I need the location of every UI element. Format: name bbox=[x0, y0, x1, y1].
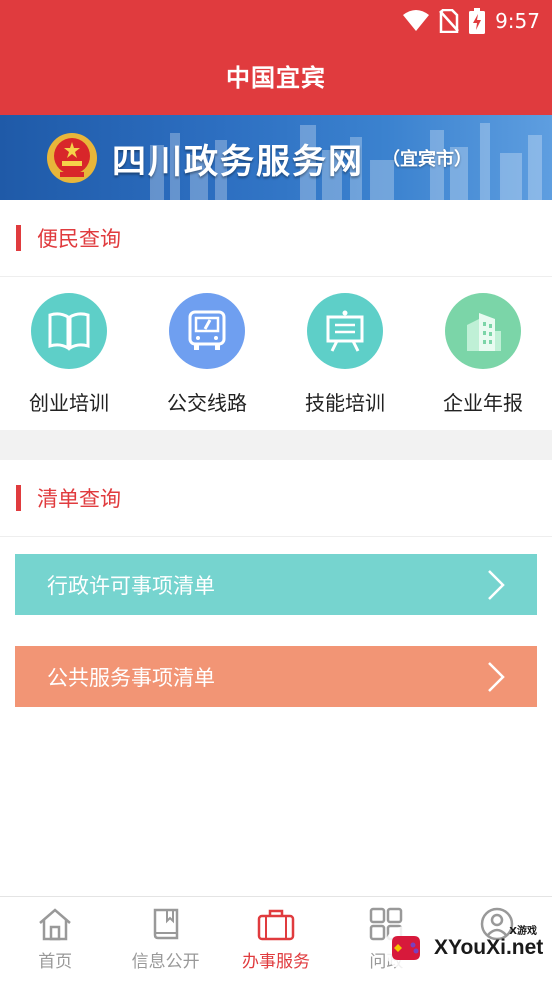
list-button-label: 公共服务事项清单 bbox=[47, 665, 215, 690]
grid-item-startup-training[interactable]: 创业培训 bbox=[0, 278, 138, 430]
convenience-grid: 创业培训 公交线路 技能培训 企业年报 bbox=[0, 278, 552, 430]
national-emblem-icon bbox=[47, 133, 97, 183]
list-button-label: 行政许可事项清单 bbox=[47, 573, 215, 598]
gamepad-logo-icon bbox=[384, 925, 428, 970]
grid-item-label: 公交线路 bbox=[167, 391, 247, 415]
book-icon bbox=[153, 908, 178, 940]
watermark-text: XYouXi.net bbox=[434, 935, 544, 959]
easel-icon bbox=[307, 293, 383, 369]
grid-item-label: 企业年报 bbox=[443, 391, 523, 415]
grid-item-bus-routes[interactable]: 公交线路 bbox=[138, 278, 276, 430]
no-sim-icon bbox=[439, 9, 460, 33]
section-divider bbox=[0, 430, 552, 460]
grid-item-label: 技能培训 bbox=[305, 391, 385, 415]
public-service-list-button[interactable]: 公共服务事项清单 bbox=[15, 646, 537, 707]
tab-label: 信息公开 bbox=[131, 952, 200, 972]
watermark-small-text: X游戏 bbox=[509, 926, 537, 937]
tab-home[interactable]: 首页 bbox=[0, 897, 110, 981]
wifi-icon bbox=[403, 10, 430, 31]
tab-services[interactable]: 办事服务 bbox=[221, 897, 331, 981]
page-title: 中国宜宾 bbox=[226, 64, 326, 92]
briefcase-icon bbox=[257, 909, 295, 941]
grid-item-skill-training[interactable]: 技能培训 bbox=[276, 278, 414, 430]
tab-label: 首页 bbox=[38, 952, 73, 972]
grid-item-annual-report[interactable]: 企业年报 bbox=[414, 278, 552, 430]
building-icon bbox=[445, 293, 521, 369]
status-time: 9:57 bbox=[495, 9, 540, 33]
battery-charging-icon bbox=[469, 8, 486, 34]
chevron-right-icon bbox=[488, 661, 505, 692]
bus-icon bbox=[169, 293, 245, 369]
section-marker bbox=[16, 485, 21, 511]
app-header: 9:57 中国宜宾 bbox=[0, 0, 552, 115]
home-icon bbox=[39, 908, 72, 941]
convenience-section-header: 便民查询 bbox=[0, 200, 552, 277]
gov-service-banner[interactable]: 四川政务服务网 （宜宾市） bbox=[0, 115, 552, 200]
admin-license-list-button[interactable]: 行政许可事项清单 bbox=[15, 554, 537, 615]
tab-label: 办事服务 bbox=[241, 952, 310, 972]
status-bar: 9:57 bbox=[403, 6, 540, 36]
site-watermark: XYouXi.net X游戏 bbox=[382, 920, 547, 975]
section-marker bbox=[16, 225, 21, 251]
banner-title: 四川政务服务网 bbox=[112, 141, 364, 182]
tab-info-disclosure[interactable]: 信息公开 bbox=[110, 897, 220, 981]
section-title: 清单查询 bbox=[37, 487, 121, 511]
list-query-section-header: 清单查询 bbox=[0, 460, 552, 537]
book-icon bbox=[31, 293, 107, 369]
chevron-right-icon bbox=[488, 569, 505, 600]
grid-item-label: 创业培训 bbox=[29, 391, 109, 415]
section-title: 便民查询 bbox=[37, 227, 121, 251]
banner-city: （宜宾市） bbox=[382, 149, 472, 170]
